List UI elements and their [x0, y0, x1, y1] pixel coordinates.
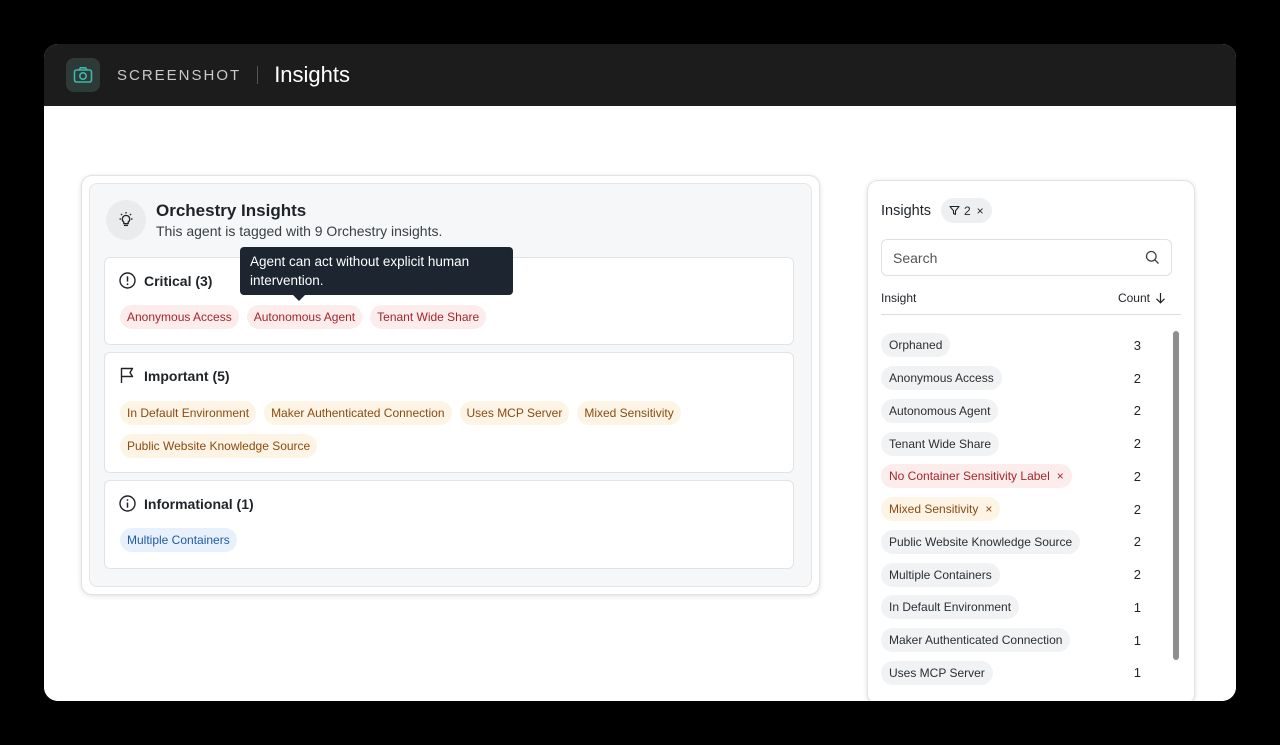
insight-chip[interactable]: Multiple Containers — [881, 562, 1000, 587]
search-box — [881, 239, 1172, 276]
list-item[interactable]: Mixed Sensitivity × 2 — [881, 493, 1161, 526]
insight-chip[interactable]: In Default Environment — [881, 595, 1020, 620]
column-count[interactable]: Count — [1118, 291, 1166, 305]
list-item[interactable]: Autonomous Agent 2 — [881, 395, 1161, 428]
insight-count: 2 — [1133, 436, 1141, 452]
list-item[interactable]: In Default Environment 1 — [881, 591, 1161, 624]
chip-maker-authenticated-connection[interactable]: Maker Authenticated Connection — [264, 401, 452, 425]
chip-public-website-knowledge-source[interactable]: Public Website Knowledge Source — [120, 434, 318, 458]
insight-chip[interactable]: Anonymous Access — [881, 366, 1002, 391]
insight-count: 2 — [1133, 370, 1141, 386]
camera-icon — [66, 58, 100, 92]
list-item[interactable]: Tenant Wide Share 2 — [881, 427, 1161, 460]
informational-label: Informational (1) — [144, 495, 254, 512]
insight-count: 3 — [1133, 337, 1141, 353]
search-icon[interactable] — [1145, 250, 1160, 265]
orchestry-insights-card: Orchestry Insights This agent is tagged … — [82, 176, 819, 594]
column-insight[interactable]: Insight — [881, 291, 916, 305]
chip-tooltip: Agent can act without explicit human int… — [240, 247, 513, 295]
chip-mixed-sensitivity[interactable]: Mixed Sensitivity — [577, 401, 681, 425]
insights-filter-panel: Insights 2 × Insight — [868, 181, 1194, 701]
app-window: SCREENSHOT Insights Orchestry Insights T… — [44, 44, 1236, 701]
insight-chip-label: Mixed Sensitivity — [889, 502, 979, 517]
insight-chip-selected[interactable]: No Container Sensitivity Label × — [881, 464, 1072, 489]
list-item[interactable]: Multiple Containers 2 — [881, 558, 1161, 591]
card-header: Orchestry Insights This agent is tagged … — [106, 200, 442, 240]
important-section: Important (5) In Default Environment Mak… — [104, 352, 794, 473]
insight-chip[interactable]: Maker Authenticated Connection — [881, 628, 1071, 653]
alert-circle-icon — [119, 272, 136, 289]
informational-section: Informational (1) Multiple Containers — [104, 480, 794, 569]
insight-chip-selected[interactable]: Mixed Sensitivity × — [881, 497, 1001, 522]
chip-in-default-environment[interactable]: In Default Environment — [120, 401, 257, 425]
chip-tenant-wide-share[interactable]: Tenant Wide Share — [370, 305, 487, 329]
brand-label: SCREENSHOT — [117, 66, 242, 84]
column-count-label: Count — [1117, 291, 1150, 305]
list-scrollbar[interactable] — [1173, 331, 1179, 660]
chip-autonomous-agent[interactable]: Autonomous Agent — [246, 305, 363, 329]
active-filter-pill[interactable]: 2 × — [940, 198, 992, 223]
card-subtitle: This agent is tagged with 9 Orchestry in… — [156, 223, 443, 239]
insight-count: 1 — [1133, 632, 1141, 648]
table-header: Insight Count — [881, 289, 1181, 315]
insight-chip[interactable]: Orphaned — [881, 333, 951, 358]
insight-chip[interactable]: Tenant Wide Share — [881, 431, 1000, 456]
title-divider — [257, 66, 259, 84]
clear-filter-button[interactable]: × — [977, 204, 984, 218]
insight-chip-label: No Container Sensitivity Label — [889, 469, 1050, 484]
main-content: Orchestry Insights This agent is tagged … — [44, 106, 1236, 701]
remove-filter-button[interactable]: × — [985, 497, 992, 521]
chip-multiple-containers[interactable]: Multiple Containers — [120, 528, 237, 552]
list-item[interactable]: Orphaned 3 — [881, 329, 1161, 362]
title-bar: SCREENSHOT Insights — [44, 44, 1236, 106]
insight-chip[interactable]: Autonomous Agent — [881, 398, 999, 423]
insight-chip[interactable]: Public Website Knowledge Source — [881, 529, 1081, 554]
remove-filter-button[interactable]: × — [1057, 464, 1064, 488]
insight-count: 2 — [1133, 567, 1141, 583]
chip-uses-mcp-server[interactable]: Uses MCP Server — [459, 401, 570, 425]
insight-count: 1 — [1133, 599, 1141, 615]
tooltip-arrow — [293, 295, 305, 301]
insight-count: 2 — [1133, 468, 1141, 484]
insight-list: Orphaned 3 Anonymous Access 2 Autonomous… — [881, 329, 1161, 693]
flag-icon — [120, 367, 134, 383]
card-title: Orchestry Insights — [156, 201, 307, 220]
filter-count: 2 — [963, 203, 971, 218]
filter-icon — [949, 205, 960, 216]
chip-anonymous-access[interactable]: Anonymous Access — [120, 305, 239, 329]
sort-descending-icon — [1156, 293, 1165, 304]
important-label: Important (5) — [144, 367, 230, 384]
info-circle-icon — [119, 495, 136, 512]
list-item[interactable]: Uses MCP Server 1 — [881, 657, 1161, 690]
list-item[interactable]: Maker Authenticated Connection 1 — [881, 624, 1161, 657]
list-item[interactable]: Public Website Knowledge Source 2 — [881, 526, 1161, 559]
panel-title: Insights — [881, 202, 931, 219]
lightbulb-icon — [106, 200, 146, 240]
insight-count: 2 — [1133, 534, 1141, 550]
insight-count: 2 — [1133, 501, 1141, 517]
list-item[interactable]: Anonymous Access 2 — [881, 362, 1161, 395]
insight-count: 1 — [1133, 665, 1141, 681]
insights-card-body: Orchestry Insights This agent is tagged … — [89, 183, 812, 587]
insight-count: 2 — [1133, 403, 1141, 419]
search-input[interactable] — [893, 249, 1145, 266]
page-title: Insights — [274, 62, 351, 87]
insight-chip[interactable]: Uses MCP Server — [881, 660, 993, 685]
critical-label: Critical (3) — [144, 272, 213, 289]
list-item[interactable]: No Container Sensitivity Label × 2 — [881, 460, 1161, 493]
